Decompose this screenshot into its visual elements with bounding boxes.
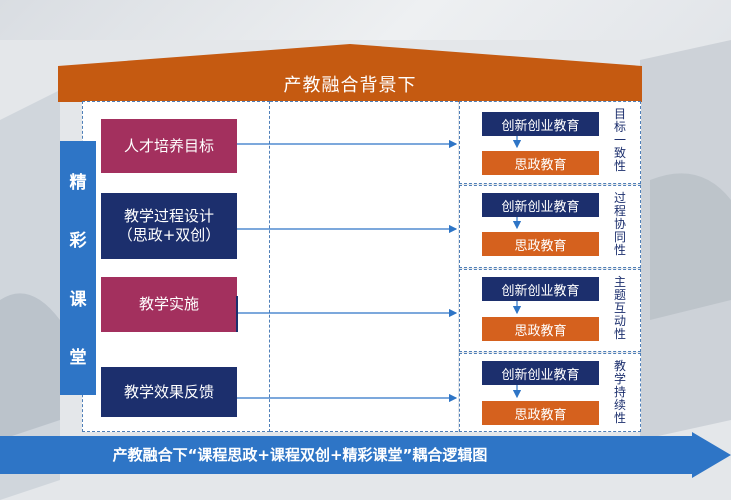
- header-title: 产教融合背景下: [283, 75, 417, 96]
- side-label: 教学持续性: [613, 359, 626, 425]
- side-label: 主题互动性: [613, 275, 626, 341]
- ideology-box: 思政教育: [482, 317, 599, 341]
- innovation-box: 创新创业教育: [482, 112, 599, 136]
- side-bar-char: 堂: [69, 348, 87, 369]
- box-feedback: 教学效果反馈: [101, 367, 237, 417]
- group-process-synergy: 创新创业教育 思政教育 过程协同性: [459, 185, 641, 268]
- side-label: 过程协同性: [613, 191, 626, 257]
- box-label: 人才培养目标: [123, 136, 214, 155]
- ideology-box: 思政教育: [482, 401, 599, 425]
- innovation-box: 创新创业教育: [482, 193, 599, 217]
- innovation-box: 创新创业教育: [482, 361, 599, 385]
- middle-panel: [270, 101, 458, 432]
- group-theme-interaction: 创新创业教育 思政教育 主题互动性: [459, 269, 641, 352]
- side-label: 目标一致性: [613, 107, 626, 173]
- ideology-box: 思政教育: [482, 151, 599, 175]
- box-label: 教学实施: [138, 295, 199, 313]
- header-roof: 产教融合背景下: [58, 44, 642, 104]
- box-process-design: 教学过程设计 （思政+双创）: [101, 193, 237, 259]
- ideology-box: 思政教育: [482, 232, 599, 256]
- box-talent-goal: 人才培养目标: [101, 119, 237, 173]
- group-teaching-continuity: 创新创业教育 思政教育 教学持续性: [459, 353, 641, 432]
- group-goal-consistency: 创新创业教育 思政教育 目标一致性: [459, 101, 641, 184]
- innovation-box: 创新创业教育: [482, 277, 599, 301]
- footer-caption: 产教融合下“课程思政+课程双创+精彩课堂”耦合逻辑图: [112, 446, 488, 464]
- side-bar-char: 课: [69, 289, 87, 310]
- box-label: 教学效果反馈: [123, 382, 214, 401]
- box-implementation: 教学实施: [101, 277, 237, 332]
- side-bar: 精 彩 课 堂: [60, 141, 96, 395]
- box-label-line2: （思政+双创）: [117, 226, 221, 244]
- side-bar-char: 彩: [69, 231, 87, 252]
- side-bar-char: 精: [69, 172, 87, 193]
- box-label-line1: 教学过程设计: [123, 207, 214, 225]
